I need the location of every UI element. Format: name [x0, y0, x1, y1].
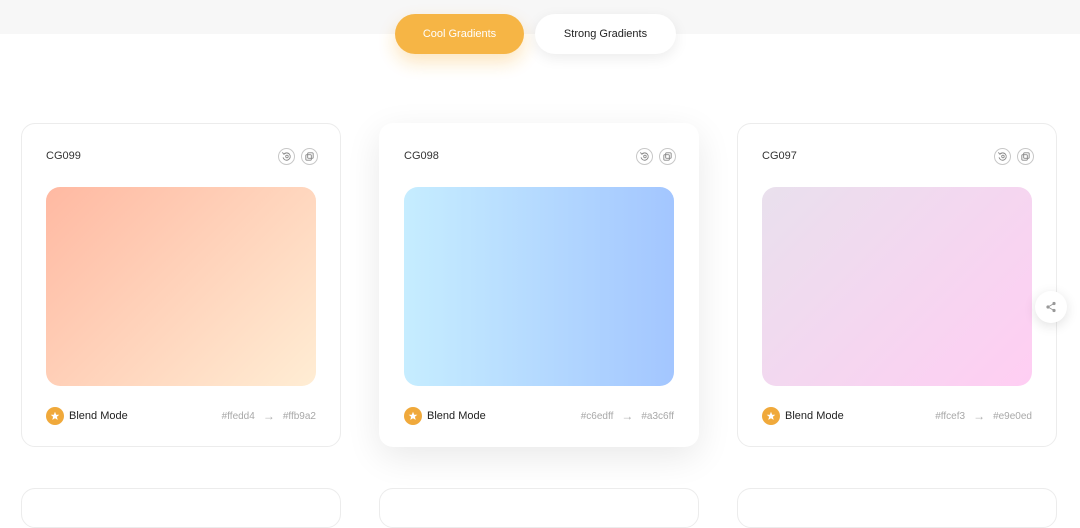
color-from[interactable]: #ffedd4 — [222, 411, 255, 422]
gradient-colors: #ffedd4 → #ffb9a2 — [222, 409, 316, 423]
rotate-icon[interactable] — [636, 148, 653, 165]
blend-mode-label: Blend Mode — [785, 410, 844, 422]
color-from[interactable]: #c6edff — [581, 411, 614, 422]
gradient-swatch[interactable] — [762, 187, 1032, 386]
card-footer: Blend Mode #c6edff → #a3c6ff — [404, 406, 674, 426]
gradient-card: CG097 Blend Mode #ffcef3 → #e9e0ed — [737, 123, 1057, 447]
gradient-colors: #ffcef3 → #e9e0ed — [935, 409, 1032, 423]
card-actions — [994, 148, 1034, 165]
color-to[interactable]: #a3c6ff — [641, 411, 674, 422]
blend-mode-label: Blend Mode — [69, 410, 128, 422]
gradient-card — [379, 488, 699, 528]
blend-mode-label: Blend Mode — [427, 410, 486, 422]
gradient-code: CG097 — [762, 150, 797, 162]
share-icon — [1045, 301, 1057, 313]
rotate-icon[interactable] — [278, 148, 295, 165]
tab-strong-gradients[interactable]: Strong Gradients — [535, 14, 676, 54]
blend-mode-button[interactable]: Blend Mode — [762, 407, 844, 425]
gradient-code: CG098 — [404, 150, 439, 162]
card-footer: Blend Mode #ffcef3 → #e9e0ed — [762, 406, 1032, 426]
copy-icon[interactable] — [1017, 148, 1034, 165]
share-button[interactable] — [1035, 291, 1067, 323]
gradient-swatch[interactable] — [404, 187, 674, 386]
arrow-icon: → — [621, 409, 634, 423]
arrow-icon: → — [973, 409, 986, 423]
gradient-card — [21, 488, 341, 528]
copy-icon[interactable] — [301, 148, 318, 165]
star-icon — [404, 407, 422, 425]
gradient-card: CG098 Blend Mode #c6edff → #a3c6ff — [379, 123, 699, 447]
tab-cool-gradients[interactable]: Cool Gradients — [395, 14, 524, 54]
color-to[interactable]: #ffb9a2 — [283, 411, 316, 422]
gradient-code: CG099 — [46, 150, 81, 162]
card-actions — [278, 148, 318, 165]
blend-mode-button[interactable]: Blend Mode — [404, 407, 486, 425]
color-to[interactable]: #e9e0ed — [993, 411, 1032, 422]
card-actions — [636, 148, 676, 165]
copy-icon[interactable] — [659, 148, 676, 165]
star-icon — [46, 407, 64, 425]
gradient-swatch[interactable] — [46, 187, 316, 386]
rotate-icon[interactable] — [994, 148, 1011, 165]
gradient-card: CG099 Blend Mode #ffedd4 → #ffb9a2 — [21, 123, 341, 447]
gradient-card — [737, 488, 1057, 528]
card-footer: Blend Mode #ffedd4 → #ffb9a2 — [46, 406, 316, 426]
gradient-tabs: Cool Gradients Strong Gradients — [0, 14, 1080, 54]
arrow-icon: → — [262, 409, 275, 423]
gradient-colors: #c6edff → #a3c6ff — [581, 409, 674, 423]
color-from[interactable]: #ffcef3 — [935, 411, 965, 422]
star-icon — [762, 407, 780, 425]
blend-mode-button[interactable]: Blend Mode — [46, 407, 128, 425]
